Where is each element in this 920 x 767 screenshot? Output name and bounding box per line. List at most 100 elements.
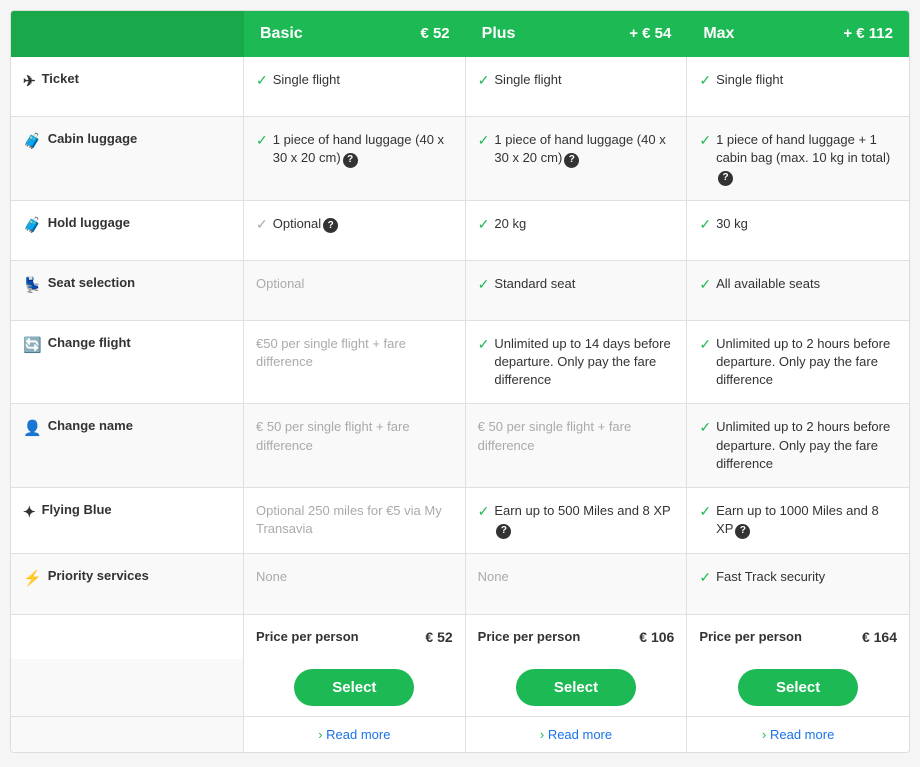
table-header: Basic € 52 Plus + € 54 Max + € 112 [11,11,909,57]
cell-change-flight-0: €50 per single flight + fare difference [244,321,466,404]
read-more-row: Read more Read more Read more [11,716,909,752]
row-label-change-flight: 🔄Change flight [11,321,244,404]
row-label-ticket: ✈Ticket [11,57,244,116]
table-row: 👤Change name € 50 per single flight + far… [11,404,909,488]
cell-text: €50 per single flight + fare difference [256,335,453,371]
cell-text: € 50 per single flight + fare difference [478,418,675,454]
row-label-text: Change name [48,418,133,433]
cell-ticket-2: ✓Single flight [687,57,909,116]
plan-name-basic: Basic [260,25,303,42]
cell-flying-blue-2: ✓Earn up to 1000 Miles and 8 XP? [687,488,909,553]
table-body: ✈Ticket✓Single flight✓Single flight✓Sing… [11,57,909,614]
cell-change-name-0: € 50 per single flight + fare difference [244,404,466,487]
checkmark-icon: ✓ [699,336,711,353]
row-label-change-name: 👤Change name [11,404,244,487]
table-row: 🧳Cabin luggage✓1 piece of hand luggage (… [11,117,909,201]
cell-priority-services-2: ✓ Fast Track security [687,554,909,614]
checkmark-icon: ✓ [699,276,711,293]
cell-hold-luggage-1: ✓20 kg [466,201,688,260]
btn-cell-max: Select [687,659,909,716]
select-button-max[interactable]: Select [738,669,858,706]
checkmark-icon: ✓ [478,72,490,89]
cell-text: Optional? [273,215,338,234]
checkmark-icon: ✓ [699,569,711,586]
table-row: ⚡ Priority services None None ✓ Fast Track se… [11,554,909,614]
read-more-link-max[interactable]: Read more [762,727,834,742]
cell-seat-selection-0: Optional [244,261,466,320]
checkmark-icon: ✓ [699,216,711,233]
read-more-empty [11,717,244,752]
cell-text: € 50 per single flight + fare difference [256,418,453,454]
table-row: ✈Ticket✓Single flight✓Single flight✓Sing… [11,57,909,117]
checkmark-icon: ✓ [478,132,490,149]
header-empty [11,11,244,57]
cell-text: Standard seat [494,275,575,293]
seat-selection-icon: 💺 [23,276,42,294]
row-label-cabin-luggage: 🧳Cabin luggage [11,117,244,200]
cell-text: Unlimited up to 2 hours before departure… [716,335,897,390]
cell-text: Fast Track security [716,568,825,586]
cell-text: All available seats [716,275,820,293]
cell-flying-blue-0: Optional 250 miles for €5 via My Transav… [244,488,466,553]
footer-price-plus: Price per person € 106 [466,615,688,659]
cell-text: None [256,568,287,586]
cell-text: Earn up to 500 Miles and 8 XP? [494,502,674,539]
read-more-cell-max: Read more [687,717,909,752]
cell-text: 20 kg [494,215,526,233]
table-row: 🧳Hold luggage✓Optional?✓20 kg✓30 kg [11,201,909,261]
btn-cell-basic: Select [244,659,466,716]
price-label-basic: Price per person [256,629,359,644]
read-more-link-plus[interactable]: Read more [540,727,612,742]
cell-seat-selection-1: ✓Standard seat [466,261,688,320]
cell-seat-selection-2: ✓ All available seats [687,261,909,320]
help-icon[interactable]: ? [496,524,511,539]
btn-cell-plus: Select [466,659,688,716]
footer-price-max: Price per person € 164 [687,615,909,659]
cell-hold-luggage-2: ✓30 kg [687,201,909,260]
cell-text: 1 piece of hand luggage (40 x 30 x 20 cm… [273,131,453,168]
row-label-flying-blue: ✦Flying Blue [11,488,244,553]
table-row: 🔄Change flight €50 per single flight + fa… [11,321,909,405]
checkmark-icon: ✓ [699,419,711,436]
cell-cabin-luggage-2: ✓1 piece of hand luggage + 1 cabin bag (… [687,117,909,200]
cell-change-flight-1: ✓Unlimited up to 14 days before departur… [466,321,688,404]
row-label-hold-luggage: 🧳 Hold luggage [11,201,244,260]
row-label-priority-services: ⚡ Priority services [11,554,244,614]
header-max: Max + € 112 [687,11,909,57]
price-amount-basic: € 52 [425,629,452,645]
footer-price-basic: Price per person € 52 [244,615,466,659]
cell-text: Single flight [494,71,561,89]
help-icon[interactable]: ? [735,524,750,539]
row-label-text: Hold luggage [48,215,130,230]
cell-text: Optional 250 miles for €5 via My Transav… [256,502,453,538]
read-more-cell-plus: Read more [466,717,688,752]
row-label-seat-selection: 💺Seat selection [11,261,244,320]
cell-change-name-1: € 50 per single flight + fare difference [466,404,688,487]
hold-luggage-icon: 🧳 [23,216,42,234]
help-icon[interactable]: ? [718,171,733,186]
row-label-text: Cabin luggage [48,131,138,146]
checkmark-icon: ✓ [478,503,490,520]
priority-services-icon: ⚡ [23,569,42,587]
cell-ticket-1: ✓Single flight [466,57,688,116]
plan-price-plus: + € 54 [629,25,671,42]
help-icon[interactable]: ? [564,153,579,168]
select-button-basic[interactable]: Select [294,669,414,706]
cell-flying-blue-1: ✓Earn up to 500 Miles and 8 XP? [466,488,688,553]
cell-priority-services-1: None [466,554,688,614]
checkmark-icon: ✓ [256,72,268,89]
help-icon[interactable]: ? [343,153,358,168]
read-more-link-basic[interactable]: Read more [318,727,390,742]
cell-priority-services-0: None [244,554,466,614]
cell-text: 1 piece of hand luggage (40 x 30 x 20 cm… [494,131,674,168]
header-basic: Basic € 52 [244,11,466,57]
help-icon[interactable]: ? [323,218,338,233]
price-label-plus: Price per person [478,629,581,644]
pricing-table: Basic € 52 Plus + € 54 Max + € 112 ✈Tick… [10,10,910,753]
table-row: 💺Seat selectionOptional✓Standard seat ✓ Al… [11,261,909,321]
select-button-plus[interactable]: Select [516,669,636,706]
footer-label-empty [11,615,244,659]
plan-name-max: Max [703,25,734,42]
checkmark-icon: ✓ [478,216,490,233]
row-label-text: Priority services [48,568,149,583]
